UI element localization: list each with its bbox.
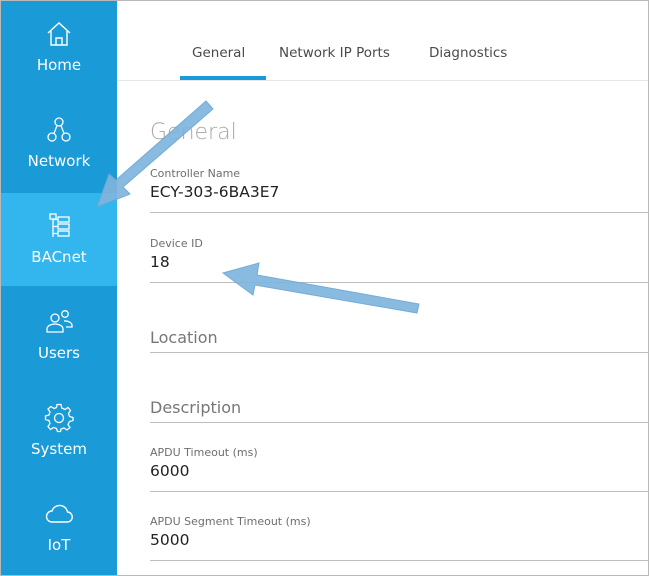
field-underline (150, 560, 648, 561)
location-input[interactable]: Location (150, 328, 648, 347)
home-icon (1, 19, 117, 49)
sidebar-item-label: IoT (47, 536, 71, 554)
tab-bar: General Network IP Ports Diagnostics (117, 1, 648, 81)
field-underline (150, 282, 648, 283)
apdu-timeout-field[interactable]: APDU Timeout (ms) 6000 (150, 446, 648, 492)
device-id-input[interactable]: 18 (150, 253, 648, 271)
sidebar-item-bacnet[interactable]: BACnet (1, 193, 117, 286)
device-id-field[interactable]: Device ID 18 (150, 237, 648, 283)
network-icon (1, 115, 117, 145)
app-window: Home Network BACnet Users System IoT Gen… (0, 0, 649, 576)
field-underline (150, 212, 648, 213)
sidebar-item-users[interactable]: Users (1, 289, 117, 382)
field-label: Device ID (150, 237, 203, 250)
field-label: Controller Name (150, 167, 241, 180)
sidebar-item-label: Users (37, 344, 80, 362)
field-underline (150, 491, 648, 492)
description-input[interactable]: Description (150, 398, 648, 417)
description-field[interactable]: Description (150, 398, 648, 423)
sidebar: Home Network BACnet Users System IoT (1, 1, 117, 575)
sidebar-item-system[interactable]: System (1, 385, 117, 478)
main-content: General Network IP Ports Diagnostics Gen… (117, 1, 648, 575)
apdu-segment-timeout-field[interactable]: APDU Segment Timeout (ms) 5000 (150, 515, 648, 561)
cloud-icon (1, 499, 117, 529)
field-label: APDU Segment Timeout (ms) (150, 515, 311, 528)
tab-network-ip-ports[interactable]: Network IP Ports (279, 45, 390, 61)
active-tab-indicator (180, 76, 266, 80)
bacnet-tree-icon (1, 211, 117, 241)
sidebar-item-label: Network (27, 152, 91, 170)
tab-general[interactable]: General (192, 45, 245, 61)
field-underline (150, 352, 648, 353)
gear-icon (1, 403, 117, 433)
sidebar-item-home[interactable]: Home (1, 1, 117, 94)
sidebar-item-label: Home (36, 56, 82, 74)
sidebar-item-network[interactable]: Network (1, 97, 117, 190)
sidebar-item-iot[interactable]: IoT (1, 481, 117, 574)
sidebar-item-label: System (31, 440, 87, 458)
apdu-segment-timeout-input[interactable]: 5000 (150, 531, 648, 549)
field-label: APDU Timeout (ms) (150, 446, 258, 459)
tab-diagnostics[interactable]: Diagnostics (429, 45, 507, 61)
sidebar-item-label: BACnet (31, 248, 87, 266)
field-underline (150, 422, 648, 423)
section-title: General (150, 120, 237, 145)
users-icon (1, 307, 117, 337)
apdu-timeout-input[interactable]: 6000 (150, 462, 648, 480)
controller-name-input[interactable]: ECY-303-6BA3E7 (150, 183, 648, 201)
controller-name-field[interactable]: Controller Name ECY-303-6BA3E7 (150, 167, 648, 213)
location-field[interactable]: Location (150, 328, 648, 353)
